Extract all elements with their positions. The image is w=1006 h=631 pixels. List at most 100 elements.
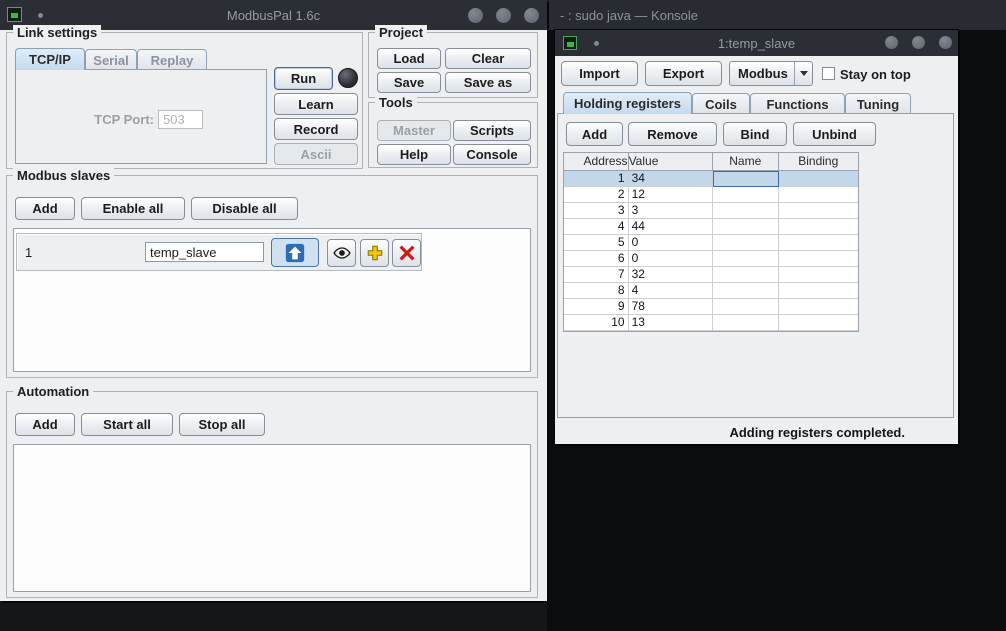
- stay-on-top-checkbox[interactable]: [822, 67, 835, 80]
- add-to-slave-button[interactable]: [360, 239, 389, 267]
- table-cell[interactable]: [713, 299, 779, 315]
- table-cell[interactable]: [713, 315, 779, 331]
- record-button[interactable]: Record: [274, 118, 358, 140]
- table-cell[interactable]: [779, 267, 858, 283]
- close-button[interactable]: [524, 8, 539, 23]
- bind-button[interactable]: Bind: [723, 122, 787, 146]
- table-cell[interactable]: [713, 267, 779, 283]
- table-cell[interactable]: [713, 283, 779, 299]
- table-cell[interactable]: 34: [629, 171, 713, 187]
- table-cell[interactable]: [713, 251, 779, 267]
- table-cell[interactable]: [779, 235, 858, 251]
- table-cell[interactable]: 4: [564, 219, 629, 235]
- start-all-button[interactable]: Start all: [81, 413, 173, 436]
- table-row[interactable]: 978: [564, 299, 858, 315]
- tab-serial[interactable]: Serial: [85, 49, 137, 70]
- minimize-button[interactable]: [468, 8, 483, 23]
- clear-button[interactable]: Clear: [445, 48, 531, 69]
- table-cell[interactable]: 9: [564, 299, 629, 315]
- maximize-button[interactable]: [912, 36, 925, 49]
- table-cell[interactable]: 0: [629, 251, 713, 267]
- table-cell[interactable]: 32: [629, 267, 713, 283]
- slave-name-field[interactable]: temp_slave: [145, 242, 264, 262]
- import-button[interactable]: Import: [561, 61, 638, 86]
- table-cell[interactable]: 0: [629, 235, 713, 251]
- modbus-selector[interactable]: Modbus: [729, 61, 813, 86]
- table-row[interactable]: 1013: [564, 315, 858, 331]
- load-button[interactable]: Load: [377, 48, 441, 69]
- help-button[interactable]: Help: [377, 144, 451, 165]
- table-cell[interactable]: 78: [629, 299, 713, 315]
- table-row[interactable]: 212: [564, 187, 858, 203]
- delete-slave-button[interactable]: [392, 239, 421, 267]
- konsole-titlebar[interactable]: - : sudo java — Konsole: [547, 0, 1006, 30]
- table-cell[interactable]: 5: [564, 235, 629, 251]
- export-button[interactable]: Export: [645, 61, 722, 86]
- tab-functions[interactable]: Functions: [750, 93, 845, 114]
- tab-tuning[interactable]: Tuning: [845, 93, 911, 114]
- table-cell[interactable]: 10: [564, 315, 629, 331]
- table-cell[interactable]: 13: [629, 315, 713, 331]
- save-as-button[interactable]: Save as: [445, 72, 531, 93]
- column-header-name[interactable]: Name: [713, 153, 779, 171]
- table-cell[interactable]: 2: [564, 187, 629, 203]
- table-cell[interactable]: [713, 203, 779, 219]
- table-cell[interactable]: [713, 235, 779, 251]
- scripts-button[interactable]: Scripts: [453, 120, 531, 141]
- add-slave-button[interactable]: Add: [15, 197, 75, 220]
- remove-register-button[interactable]: Remove: [628, 122, 717, 146]
- table-cell[interactable]: [779, 171, 858, 187]
- learn-button[interactable]: Learn: [274, 93, 358, 115]
- table-cell[interactable]: [779, 315, 858, 331]
- table-cell[interactable]: [779, 251, 858, 267]
- table-cell[interactable]: 12: [629, 187, 713, 203]
- column-header-value[interactable]: Value: [629, 153, 713, 171]
- stop-all-button[interactable]: Stop all: [179, 413, 265, 436]
- console-button[interactable]: Console: [453, 144, 531, 165]
- disable-all-button[interactable]: Disable all: [191, 197, 298, 220]
- table-cell[interactable]: [713, 171, 779, 187]
- enable-all-button[interactable]: Enable all: [81, 197, 185, 220]
- save-button[interactable]: Save: [377, 72, 441, 93]
- table-cell[interactable]: [779, 283, 858, 299]
- table-cell[interactable]: 1: [564, 171, 629, 187]
- table-cell[interactable]: [779, 299, 858, 315]
- tcp-port-field[interactable]: 503: [158, 110, 203, 129]
- temp-slave-titlebar[interactable]: 1:temp_slave: [555, 30, 958, 56]
- table-cell[interactable]: 3: [564, 203, 629, 219]
- minimize-button[interactable]: [885, 36, 898, 49]
- table-row[interactable]: 33: [564, 203, 858, 219]
- table-cell[interactable]: 8: [564, 283, 629, 299]
- table-cell[interactable]: 4: [629, 283, 713, 299]
- tab-replay[interactable]: Replay: [137, 49, 207, 70]
- column-header-binding[interactable]: Binding: [779, 153, 858, 171]
- table-cell[interactable]: [713, 187, 779, 203]
- table-row[interactable]: 732: [564, 267, 858, 283]
- table-cell[interactable]: 6: [564, 251, 629, 267]
- table-cell[interactable]: [779, 203, 858, 219]
- close-button[interactable]: [939, 36, 952, 49]
- column-header-address[interactable]: Address: [564, 153, 629, 171]
- table-cell[interactable]: [713, 219, 779, 235]
- table-cell[interactable]: 7: [564, 267, 629, 283]
- tab-coils[interactable]: Coils: [692, 93, 750, 114]
- show-slave-window-button[interactable]: [327, 239, 356, 267]
- tab-tcpip[interactable]: TCP/IP: [15, 48, 85, 70]
- run-button[interactable]: Run: [274, 67, 333, 90]
- tab-holding-registers[interactable]: Holding registers: [563, 92, 692, 114]
- add-register-button[interactable]: Add: [566, 122, 623, 146]
- slave-row[interactable]: 1 temp_slave: [16, 233, 422, 271]
- add-automation-button[interactable]: Add: [15, 413, 75, 436]
- table-cell[interactable]: [779, 187, 858, 203]
- table-row[interactable]: 50: [564, 235, 858, 251]
- table-row[interactable]: 444: [564, 219, 858, 235]
- slave-enabled-toggle[interactable]: [271, 238, 319, 267]
- unbind-button[interactable]: Unbind: [793, 122, 876, 146]
- maximize-button[interactable]: [496, 8, 511, 23]
- table-cell[interactable]: 44: [629, 219, 713, 235]
- table-row[interactable]: 84: [564, 283, 858, 299]
- table-row[interactable]: 134: [564, 171, 858, 187]
- table-cell[interactable]: 3: [629, 203, 713, 219]
- table-cell[interactable]: [779, 219, 858, 235]
- table-row[interactable]: 60: [564, 251, 858, 267]
